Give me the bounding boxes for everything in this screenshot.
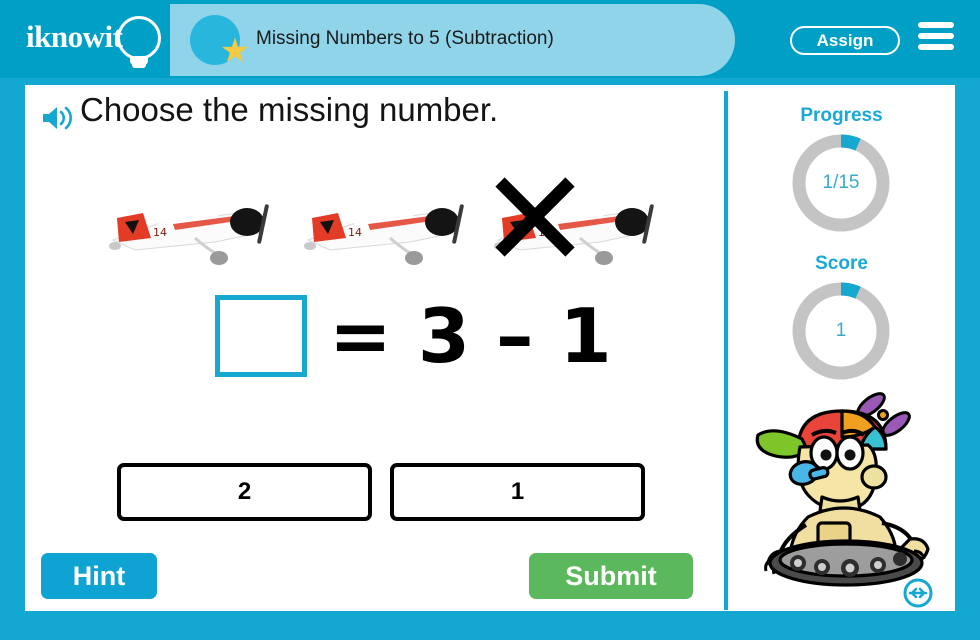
progress-value: 1/15	[822, 172, 860, 193]
content-frame: Choose the missing number. 14 14 = 3 – 1…	[18, 78, 962, 622]
app-root: iknowit ★ Missing Numbers to 5 (Subtract…	[0, 0, 980, 640]
app-header: iknowit ★ Missing Numbers to 5 (Subtract…	[0, 0, 980, 78]
sidebar: Progress 1/15 Score 1	[728, 91, 955, 610]
airplane-icon: 14	[290, 180, 480, 275]
equals-sign: =	[329, 292, 392, 380]
lesson-title-pill: ★ Missing Numbers to 5 (Subtraction)	[170, 4, 735, 76]
star-badge: ★	[190, 15, 250, 68]
hint-button[interactable]: Hint	[41, 553, 157, 599]
answer-option[interactable]: 2	[117, 463, 372, 521]
submit-button[interactable]: Submit	[529, 553, 693, 599]
minuend: 3	[417, 292, 471, 380]
speaker-icon[interactable]	[41, 103, 75, 133]
lightbulb-icon	[117, 16, 161, 60]
minus-sign: –	[496, 292, 534, 380]
subtrahend: 1	[559, 292, 612, 380]
svg-text:14: 14	[153, 226, 167, 239]
brand-logo[interactable]: iknowit	[22, 14, 162, 68]
x-cross-icon	[490, 172, 580, 262]
brand-logo-text: iknowit	[26, 19, 123, 54]
missing-number-blank[interactable]	[215, 295, 307, 377]
equation-row: = 3 – 1	[215, 291, 612, 381]
robot-mascot-icon	[746, 391, 946, 587]
answer-option[interactable]: 1	[390, 463, 645, 521]
score-value: 1	[835, 320, 847, 341]
progress-label: Progress	[800, 105, 883, 126]
star-icon: ★	[219, 32, 251, 70]
score-label: Score	[815, 253, 868, 274]
svg-text:14: 14	[348, 226, 362, 239]
score-gauge: 1	[789, 279, 893, 383]
menu-bar-2	[918, 33, 954, 39]
lesson-title: Missing Numbers to 5 (Subtraction)	[256, 28, 554, 49]
resize-horizontal-icon[interactable]	[903, 578, 933, 608]
menu-bar-1	[918, 22, 954, 28]
manipulatives-row: 14 14	[85, 177, 705, 275]
menu-bar-3	[918, 44, 954, 50]
lightbulb-base2-icon	[132, 64, 146, 68]
instruction-text: Choose the missing number.	[80, 91, 499, 128]
answer-options: 2 1	[117, 463, 677, 521]
hamburger-menu-icon[interactable]	[918, 22, 954, 54]
content-area: Choose the missing number. 14 14 = 3 – 1…	[25, 85, 955, 611]
assign-button[interactable]: Assign	[790, 26, 900, 55]
airplane-icon: 14	[95, 180, 285, 275]
progress-gauge: 1/15	[789, 131, 893, 235]
